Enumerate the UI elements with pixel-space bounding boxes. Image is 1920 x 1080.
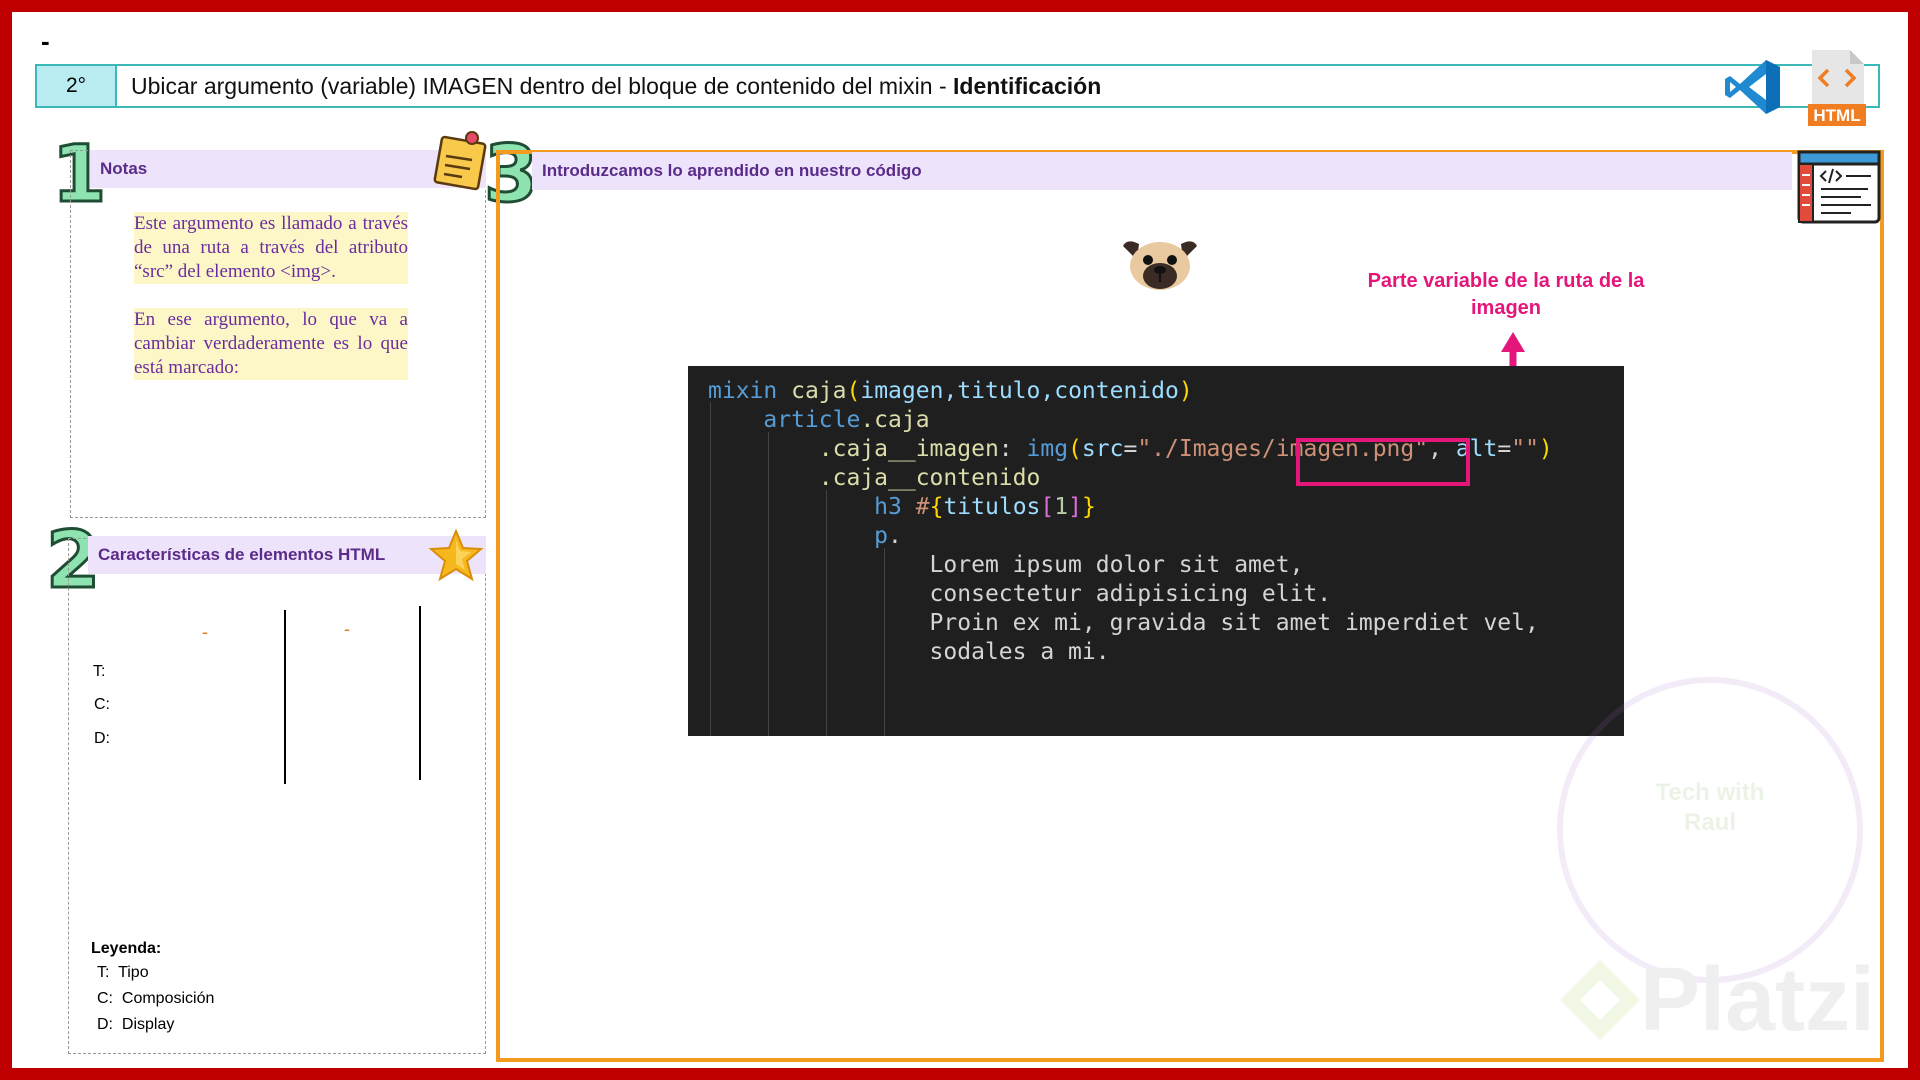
- characteristics-dash-1: -: [202, 622, 208, 642]
- vscode-icon: [1725, 60, 1780, 114]
- watermark-text-2: Raul: [1684, 809, 1736, 836]
- sticky-note-icon: [433, 131, 487, 191]
- annotation-label: Parte variable de la ruta de la imagen: [1367, 270, 1645, 319]
- characteristics-heading: Características de elementos HTML: [88, 536, 486, 574]
- step-header: 2° Ubicar argumento (variable) IMAGEN de…: [35, 64, 1880, 108]
- row-label-display: D:: [94, 730, 110, 747]
- code-line: sodales a mi.: [708, 639, 1110, 665]
- step-title-main: Ubicar argumento (variable) IMAGEN dentr…: [131, 72, 954, 99]
- step-title: Ubicar argumento (variable) IMAGEN dentr…: [117, 73, 1101, 100]
- step-title-bold: Identificación: [953, 72, 1102, 99]
- page-dash: -: [41, 26, 50, 56]
- notes-paragraph-1: Este argumento es llamado a través de un…: [134, 212, 408, 284]
- html-file-icon: HTML: [1808, 50, 1866, 126]
- row-label-composition: C:: [94, 696, 110, 713]
- pug-icon: [1123, 241, 1197, 290]
- step-number: 2°: [37, 66, 117, 106]
- legend-item: D: Display: [97, 1016, 175, 1033]
- code-line: mixin caja(imagen,titulo,contenido): [708, 378, 1193, 404]
- code-line: consectetur adipisicing elit.: [708, 581, 1332, 607]
- watermark-text-1: Tech with: [1656, 779, 1765, 806]
- code-line: article.caja: [763, 407, 930, 433]
- star-icon: [428, 528, 484, 582]
- notes-heading: Notas: [90, 150, 486, 188]
- legend: Leyenda: T: Tipo C: Composición D: Displ…: [91, 940, 214, 1042]
- notes-paragraph-2: En ese argumento, lo que va a cambiar ve…: [134, 308, 408, 380]
- code-block: mixin caja(imagen,titulo,contenido) arti…: [688, 366, 1624, 736]
- legend-title: Leyenda:: [91, 940, 162, 957]
- column-divider-2: [419, 606, 421, 780]
- code-line: h3 #{titulos[1]}: [874, 494, 1096, 520]
- legend-item: C: Composición: [97, 990, 215, 1007]
- watermark-logo: Tech with Raul Platzi: [1557, 677, 1875, 1050]
- html-badge: HTML: [1813, 106, 1860, 125]
- code-panel-heading: Introduzcamos lo aprendido en nuestro có…: [532, 152, 1792, 190]
- column-divider-1: [284, 610, 286, 784]
- code-line: Lorem ipsum dolor sit amet,: [708, 552, 1304, 578]
- code-window-icon: [1797, 150, 1881, 224]
- notes-text: Este argumento es llamado a través de un…: [134, 212, 408, 404]
- code-line: Proin ex mi, gravida sit amet imperdiet …: [708, 610, 1539, 636]
- code-line: .caja__contenido: [818, 465, 1041, 491]
- characteristics-dash-2: -: [344, 619, 350, 639]
- watermark-brand: Platzi: [1640, 950, 1875, 1050]
- code-line: p.: [874, 523, 902, 549]
- legend-item: T: Tipo: [97, 964, 149, 981]
- highlight-box: [1296, 438, 1470, 486]
- row-label-type: T:: [93, 663, 106, 680]
